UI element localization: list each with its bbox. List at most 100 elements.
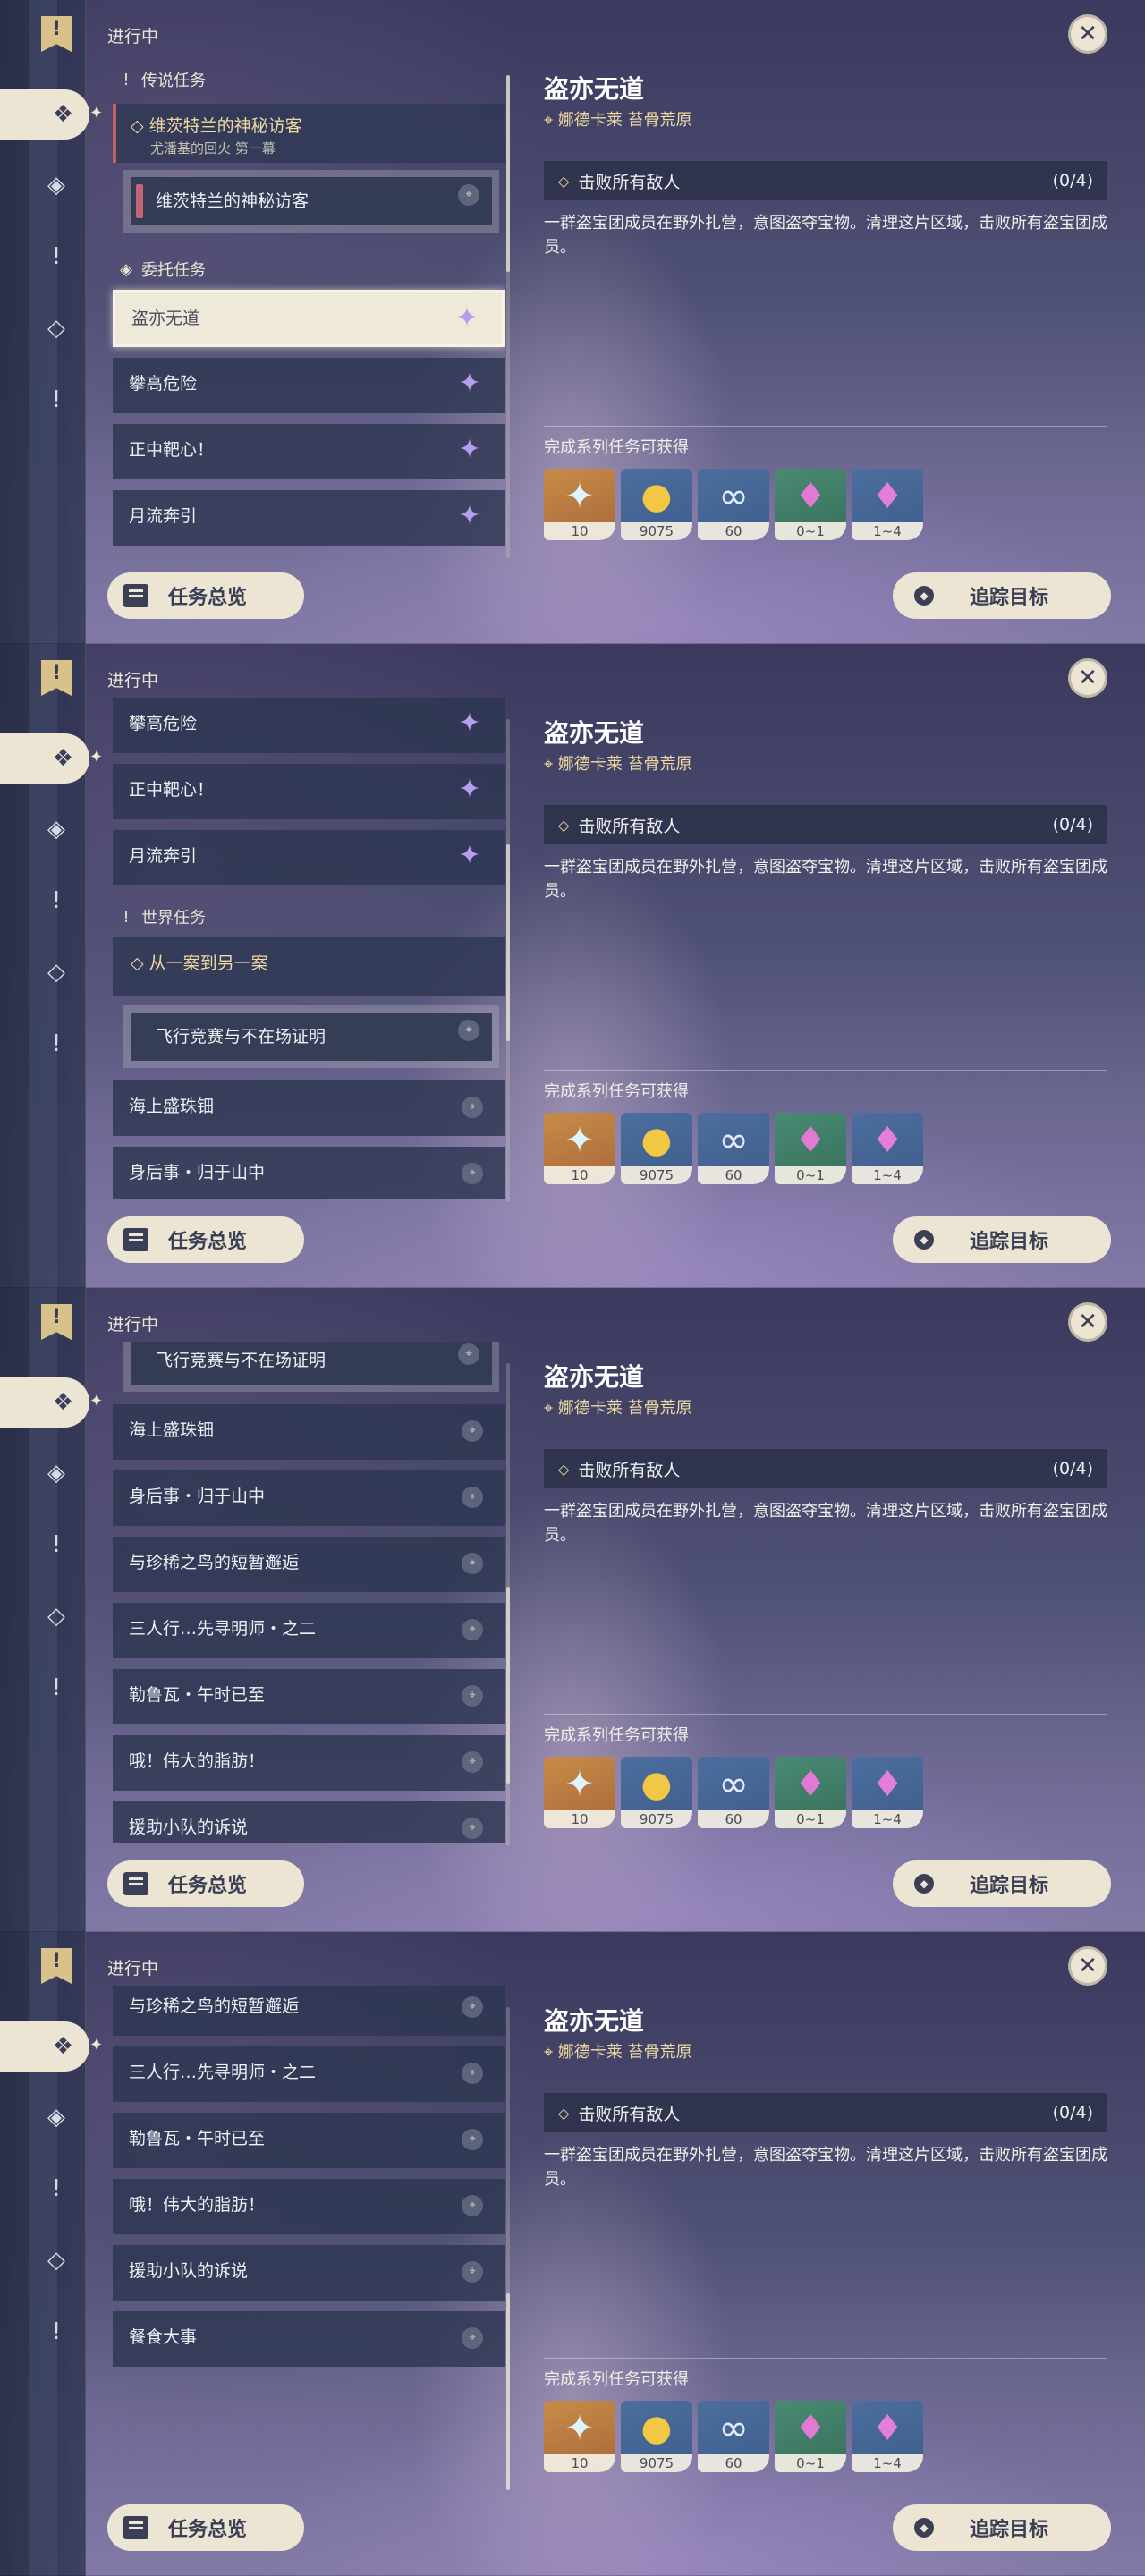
archon-quest-icon[interactable]: ◈ [36, 165, 77, 206]
story-quest-icon[interactable]: ! [36, 880, 77, 921]
quest-item[interactable]: 正中靶心！ ✦ [113, 424, 505, 479]
story-quest-icon[interactable]: ! [36, 236, 77, 277]
quest-overview-button[interactable]: 任务总览 [107, 1860, 304, 1907]
track-target-button[interactable]: ◆ 追踪目标 [893, 572, 1111, 619]
quest-item-selected[interactable]: 盗亦无道 ✦ [113, 290, 505, 347]
list-scrollbar[interactable] [506, 719, 510, 1202]
quest-item[interactable]: 勒鲁瓦・午时已至 ⌖ [113, 2113, 505, 2168]
list-scrollbar[interactable] [506, 1363, 510, 1846]
quest-overview-button[interactable]: 任务总览 [107, 1216, 304, 1263]
map-pin-icon[interactable]: ⌖ [462, 2195, 483, 2216]
quest-item[interactable]: 月流奔引 ✦ [113, 830, 505, 886]
quest-item[interactable]: 援助小队的诉说 ⌖ [113, 2245, 505, 2301]
map-pin-icon[interactable]: ⌖ [462, 1619, 483, 1640]
map-pin-icon[interactable]: ⌖ [462, 1163, 483, 1184]
map-pin-icon[interactable]: ⌖ [462, 1996, 483, 2018]
quest-world-parent[interactable]: ◇ 从一案到另一案 [113, 937, 505, 996]
all-quests-icon[interactable]: ❖ [0, 733, 89, 784]
reward-mora[interactable]: ● 9075 [621, 1113, 692, 1184]
track-target-button[interactable]: ◆ 追踪目标 [893, 1216, 1111, 1263]
list-scrollbar[interactable] [506, 75, 510, 558]
world-quest-icon[interactable]: ! [36, 1023, 77, 1064]
quest-item[interactable]: 身后事・归于山中 ⌖ [113, 1470, 505, 1526]
quest-world-child[interactable]: 飞行竞赛与不在场证明 ⌖ [123, 1005, 499, 1068]
map-pin-icon[interactable]: ⌖ [462, 2129, 483, 2150]
all-quests-icon[interactable]: ❖ [0, 1377, 89, 1428]
map-pin-icon[interactable]: ⌖ [462, 1097, 483, 1118]
archon-quest-icon[interactable]: ◈ [36, 1453, 77, 1494]
quest-item[interactable]: 身后事・归于山中 ⌖ [113, 1147, 505, 1199]
quest-legend-parent[interactable]: ◇ 维茨特兰的神秘访客 尤潘基的回火 第一幕 [113, 104, 505, 163]
map-pin-icon[interactable]: ⌖ [462, 1553, 483, 1574]
quest-item[interactable]: 哦！伟大的脂肪！ ⌖ [113, 1735, 505, 1791]
quest-item[interactable]: 与珍稀之鸟的短暂邂逅 ⌖ [113, 1986, 505, 2036]
reward-primogem[interactable]: ✦ 10 [544, 1757, 615, 1828]
all-quests-icon[interactable]: ❖ [0, 89, 89, 140]
map-pin-icon[interactable]: ⌖ [462, 1487, 483, 1508]
archon-quest-icon[interactable]: ◈ [36, 809, 77, 850]
quest-legend-child[interactable]: 维茨特兰的神秘访客 ⌖ [123, 170, 499, 233]
quest-item[interactable]: 勒鲁瓦・午时已至 ⌖ [113, 1669, 505, 1724]
quest-world-child[interactable]: 飞行竞赛与不在场证明 ⌖ [123, 1342, 499, 1392]
quest-list[interactable]: ! 传说任务 ◇ 维茨特兰的神秘访客 尤潘基的回火 第一幕 维茨特兰的神秘访客 ⌖ … [106, 54, 505, 555]
quest-item[interactable]: 海上盛珠钿 ⌖ [113, 1404, 505, 1460]
map-pin-icon[interactable]: ⌖ [458, 1343, 479, 1365]
quest-item[interactable]: 援助小队的诉说 ⌖ [113, 1801, 505, 1843]
reward-primogem[interactable]: ✦ 10 [544, 1113, 615, 1184]
track-target-button[interactable]: ◆ 追踪目标 [893, 1860, 1111, 1907]
list-scrollbar[interactable] [506, 2007, 510, 2490]
quest-overview-button[interactable]: 任务总览 [107, 572, 304, 619]
reward-crystal[interactable]: ♦ 0~1 [775, 469, 846, 540]
reward-crystal-cluster[interactable]: ♦ 1~4 [852, 1757, 923, 1828]
map-pin-icon[interactable]: ⌖ [458, 1020, 479, 1041]
quest-item[interactable]: 正中靶心！ ✦ [113, 764, 505, 819]
reward-crystal-cluster[interactable]: ♦ 1~4 [852, 469, 923, 540]
reward-companionship-exp[interactable]: ∞ 60 [698, 2401, 769, 2472]
world-quest-icon[interactable]: ! [36, 2311, 77, 2352]
reward-crystal-cluster[interactable]: ♦ 1~4 [852, 2401, 923, 2472]
story-quest-icon[interactable]: ! [36, 2168, 77, 2209]
quest-item[interactable]: 攀高危险 ✦ [113, 358, 505, 413]
reward-crystal[interactable]: ♦ 0~1 [775, 1113, 846, 1184]
world-quest-icon[interactable]: ! [36, 379, 77, 420]
close-button[interactable]: ✕ [1068, 658, 1107, 698]
all-quests-icon[interactable]: ❖ [0, 2021, 89, 2072]
reward-companionship-exp[interactable]: ∞ 60 [698, 469, 769, 540]
map-pin-icon[interactable]: ⌖ [462, 2261, 483, 2283]
map-pin-icon[interactable]: ⌖ [462, 1751, 483, 1773]
map-pin-icon[interactable]: ⌖ [462, 2327, 483, 2349]
story-quest-icon[interactable]: ! [36, 1524, 77, 1565]
quest-list[interactable]: 攀高危险 ✦ 正中靶心！ ✦ 月流奔引 ✦ ! 世界任务 ◇ 从一案到另一案 飞行竞赛与不… [106, 698, 505, 1199]
close-button[interactable]: ✕ [1068, 1302, 1107, 1342]
reward-crystal-cluster[interactable]: ♦ 1~4 [852, 1113, 923, 1184]
quest-item[interactable]: 三人行…先寻明师・之二 ⌖ [113, 2046, 505, 2102]
commission-icon[interactable]: ◇ [36, 2240, 77, 2281]
commission-icon[interactable]: ◇ [36, 1596, 77, 1637]
map-pin-icon[interactable]: ⌖ [462, 1818, 483, 1839]
reward-mora[interactable]: ● 9075 [621, 2401, 692, 2472]
reward-companionship-exp[interactable]: ∞ 60 [698, 1113, 769, 1184]
quest-list[interactable]: 飞行竞赛与不在场证明 ⌖ 海上盛珠钿 ⌖ 身后事・归于山中 ⌖ 与珍稀之鸟的短暂邂逅… [106, 1342, 505, 1843]
track-target-button[interactable]: ◆ 追踪目标 [893, 2504, 1111, 2551]
reward-mora[interactable]: ● 9075 [621, 1757, 692, 1828]
close-button[interactable]: ✕ [1068, 1946, 1107, 1986]
reward-crystal[interactable]: ♦ 0~1 [775, 2401, 846, 2472]
reward-primogem[interactable]: ✦ 10 [544, 2401, 615, 2472]
quest-item[interactable]: 月流奔引 ✦ [113, 490, 505, 546]
quest-item[interactable]: 与珍稀之鸟的短暂邂逅 ⌖ [113, 1537, 505, 1592]
map-pin-icon[interactable]: ⌖ [462, 1420, 483, 1442]
quest-item[interactable]: 哦！伟大的脂肪！ ⌖ [113, 2179, 505, 2234]
quest-list[interactable]: 与珍稀之鸟的短暂邂逅 ⌖ 三人行…先寻明师・之二 ⌖ 勒鲁瓦・午时已至 ⌖ 哦！伟大的… [106, 1986, 505, 2487]
quest-item[interactable]: 餐食大事 ⌖ [113, 2311, 505, 2367]
commission-icon[interactable]: ◇ [36, 308, 77, 349]
commission-icon[interactable]: ◇ [36, 952, 77, 993]
reward-mora[interactable]: ● 9075 [621, 469, 692, 540]
reward-companionship-exp[interactable]: ∞ 60 [698, 1757, 769, 1828]
quest-overview-button[interactable]: 任务总览 [107, 2504, 304, 2551]
archon-quest-icon[interactable]: ◈ [36, 2097, 77, 2138]
reward-crystal[interactable]: ♦ 0~1 [775, 1757, 846, 1828]
quest-item[interactable]: 攀高危险 ✦ [113, 698, 505, 753]
map-pin-icon[interactable]: ⌖ [462, 1685, 483, 1707]
reward-primogem[interactable]: ✦ 10 [544, 469, 615, 540]
world-quest-icon[interactable]: ! [36, 1667, 77, 1708]
